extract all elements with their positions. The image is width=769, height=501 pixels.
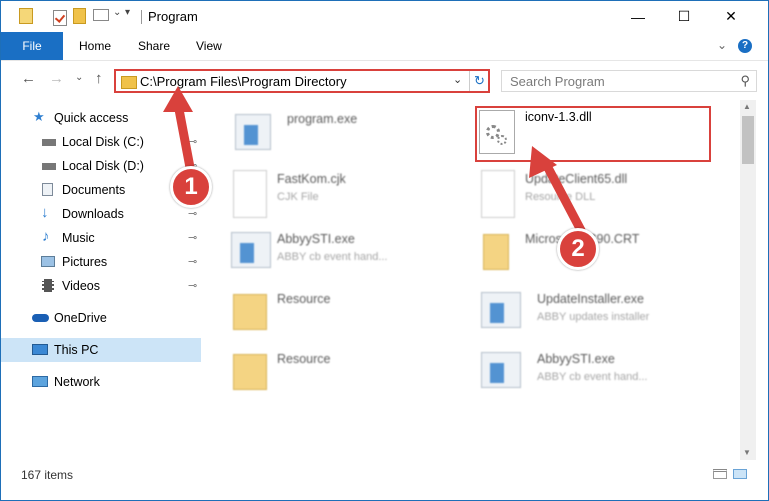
step-2-badge: 2 [557, 228, 599, 270]
arrow-2-shaft [540, 157, 589, 241]
annotation-arrows [163, 86, 589, 241]
step-1-badge: 1 [170, 166, 212, 208]
arrow-1-head [163, 86, 193, 112]
